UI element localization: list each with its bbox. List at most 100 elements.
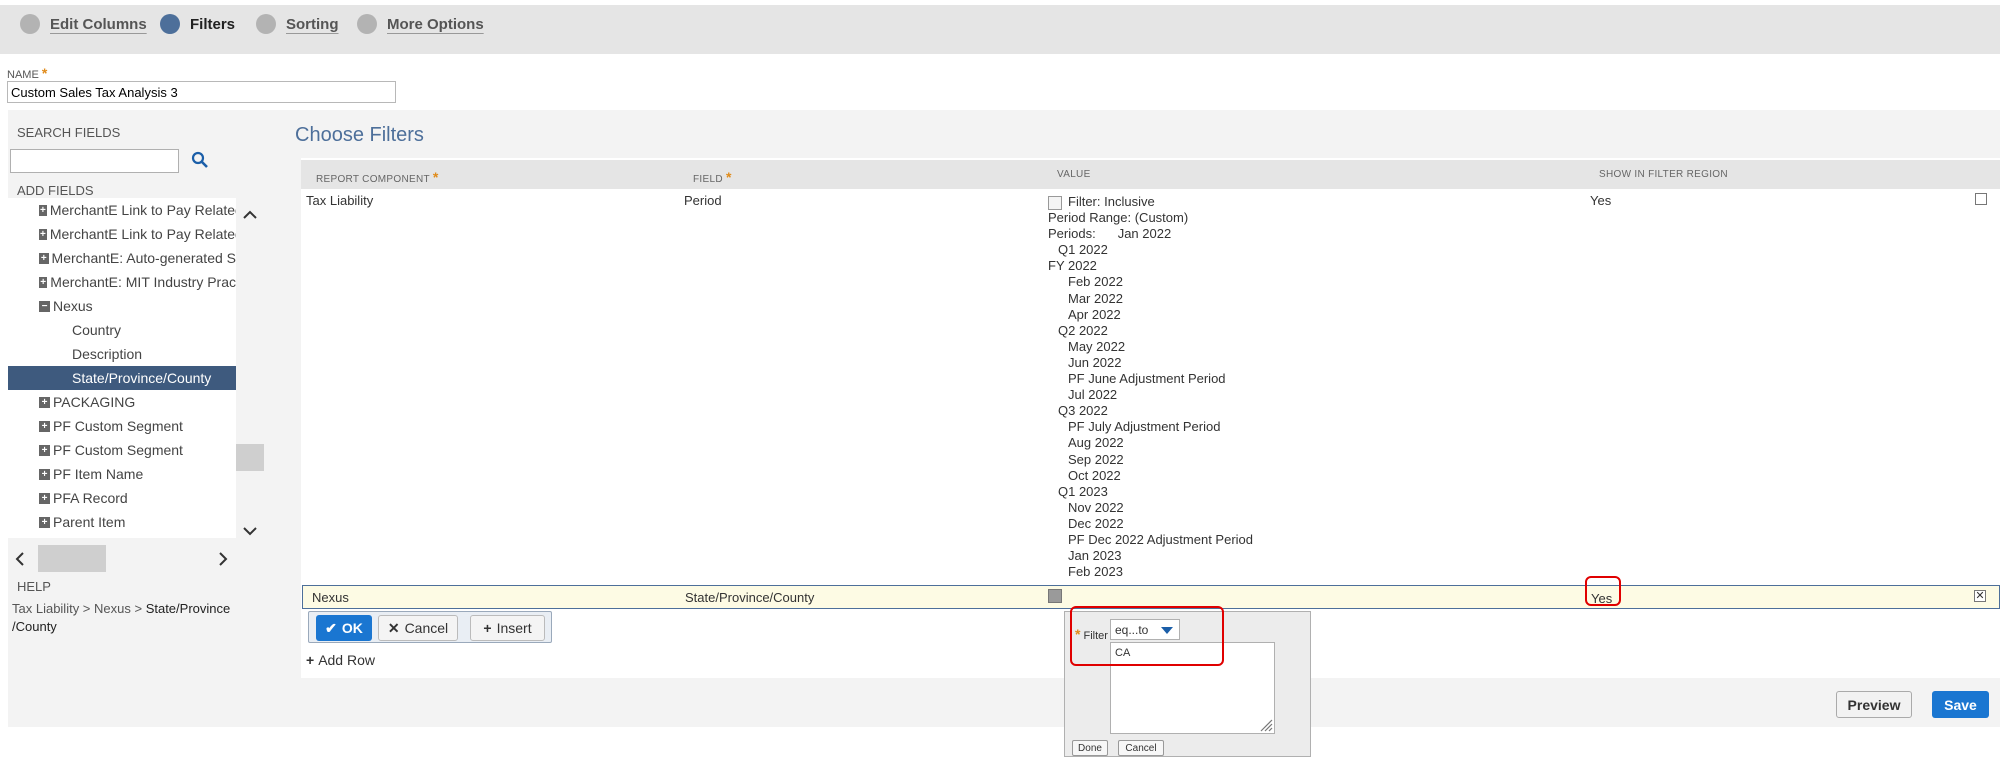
tree-item[interactable]: + PF Item Name bbox=[8, 462, 236, 486]
cancel-button[interactable]: ✕ Cancel bbox=[378, 615, 458, 641]
expand-icon[interactable]: + bbox=[39, 516, 50, 528]
period-item: Q2 2022 bbox=[1058, 322, 1108, 338]
tree-item-label: Description bbox=[72, 346, 143, 362]
search-icon[interactable] bbox=[190, 150, 210, 170]
popup-cancel-button[interactable]: Cancel bbox=[1118, 740, 1164, 756]
row1-field[interactable]: Period bbox=[684, 193, 722, 208]
tree-item[interactable]: State/Province/County bbox=[8, 366, 236, 390]
period-item: Jun 2022 bbox=[1068, 354, 1122, 370]
tree-item[interactable]: + PF Custom Segment bbox=[8, 414, 236, 438]
help-text: Tax Liability > Nexus > State/Province /… bbox=[12, 600, 252, 636]
row1-value[interactable]: Filter: Inclusive Period Range: (Custom)… bbox=[1048, 194, 1253, 580]
expand-icon[interactable]: + bbox=[39, 468, 50, 480]
scroll-up-icon[interactable] bbox=[243, 210, 257, 220]
resize-handle-icon[interactable] bbox=[1259, 718, 1273, 732]
tree-vertical-scrollbar[interactable] bbox=[236, 198, 264, 538]
period-item: Apr 2022 bbox=[1068, 306, 1121, 322]
expand-icon[interactable]: + bbox=[39, 492, 50, 504]
header-value: VALUE bbox=[1057, 169, 1091, 180]
add-row-button[interactable]: + Add Row bbox=[306, 652, 375, 668]
scroll-down-icon[interactable] bbox=[243, 526, 257, 536]
help-path: Tax Liability > Nexus > bbox=[12, 601, 146, 616]
insert-button[interactable]: + Insert bbox=[470, 615, 545, 641]
step-indicator-icon bbox=[160, 14, 180, 34]
scroll-left-icon[interactable] bbox=[15, 552, 25, 566]
scroll-thumb[interactable] bbox=[38, 545, 106, 572]
filter-icon bbox=[1048, 195, 1062, 210]
tree-item-label: PFA Record bbox=[53, 490, 128, 506]
periods-line: Periods: Jan 2022 bbox=[1048, 226, 1253, 242]
tree-item[interactable]: + MerchantE: Auto-generated S bbox=[8, 246, 236, 270]
search-fields-input[interactable] bbox=[10, 149, 179, 173]
scroll-right-icon[interactable] bbox=[218, 552, 228, 566]
period-item: Q1 2022 bbox=[1058, 242, 1108, 258]
period-item: Jan 2022 bbox=[1117, 226, 1172, 242]
header-field: FIELD * bbox=[693, 169, 732, 185]
step-edit-columns[interactable]: Edit Columns bbox=[20, 12, 147, 36]
tree-item[interactable]: + MerchantE Link to Pay Related bbox=[8, 222, 236, 246]
row1-show-value[interactable]: Yes bbox=[1590, 193, 1611, 208]
filter-mode-line: Filter: Inclusive bbox=[1048, 194, 1253, 210]
tree-item[interactable]: + PACKAGING bbox=[8, 390, 236, 414]
step-label: Filters bbox=[190, 15, 236, 33]
period-item: Nov 2022 bbox=[1068, 499, 1124, 515]
tree-item[interactable]: + PF Custom Segment bbox=[8, 438, 236, 462]
tree-item[interactable]: + Parent Item bbox=[8, 510, 236, 534]
period-item: Dec 2022 bbox=[1068, 515, 1124, 531]
filter-popup-icon[interactable] bbox=[1048, 589, 1062, 603]
expand-icon[interactable]: + bbox=[39, 420, 50, 432]
period-item: FY 2022 bbox=[1048, 258, 1097, 274]
row2-field[interactable]: State/Province/County bbox=[685, 590, 814, 605]
tree-item-label: PF Item Name bbox=[53, 466, 144, 482]
expand-icon[interactable]: + bbox=[39, 228, 47, 240]
ok-button[interactable]: ✔ OK bbox=[316, 615, 372, 641]
step-sorting[interactable]: Sorting bbox=[256, 12, 339, 36]
insert-label: Insert bbox=[496, 620, 532, 636]
tree-item-label: MerchantE Link to Pay Related bbox=[49, 226, 236, 242]
step-indicator-icon bbox=[20, 14, 40, 34]
expand-icon[interactable]: + bbox=[39, 204, 47, 216]
search-fields-label: SEARCH FIELDS bbox=[17, 125, 121, 140]
step-label: More Options bbox=[387, 15, 484, 33]
expand-icon[interactable]: + bbox=[39, 252, 49, 264]
tree-item-label: PF Custom Segment bbox=[53, 442, 183, 458]
header-show-in-filter-region: SHOW IN FILTER REGION bbox=[1599, 169, 1728, 180]
step-more-options[interactable]: More Options bbox=[357, 12, 484, 36]
name-input[interactable] bbox=[7, 81, 396, 103]
tree-item[interactable]: + MerchantE: MIT Industry Prac bbox=[8, 270, 236, 294]
filter-mode-text: Filter: Inclusive bbox=[1068, 194, 1155, 209]
step-indicator-icon bbox=[357, 14, 377, 34]
tree-item[interactable]: + PFA Record bbox=[8, 486, 236, 510]
help-label: HELP bbox=[17, 579, 51, 594]
tree-item[interactable]: Country bbox=[8, 318, 236, 342]
row1-component[interactable]: Tax Liability bbox=[306, 193, 373, 208]
period-item: Jan 2023 bbox=[1068, 548, 1122, 564]
row2-remove-checkbox[interactable]: ✕ bbox=[1974, 590, 1986, 602]
tree-item-label: Nexus bbox=[53, 298, 93, 314]
scroll-thumb[interactable] bbox=[236, 444, 264, 471]
period-item: Jul 2022 bbox=[1068, 387, 1118, 403]
popup-done-button[interactable]: Done bbox=[1072, 740, 1108, 756]
grid-header bbox=[301, 160, 2000, 189]
period-item: Q1 2023 bbox=[1058, 483, 1108, 499]
row1-checkbox[interactable] bbox=[1975, 193, 1987, 205]
expand-icon[interactable]: + bbox=[39, 444, 50, 456]
period-item: Feb 2022 bbox=[1068, 274, 1123, 290]
expand-icon[interactable]: + bbox=[39, 276, 48, 288]
tree-item-label: Parent Item bbox=[53, 514, 126, 530]
collapse-icon[interactable]: − bbox=[39, 300, 50, 312]
save-button[interactable]: Save bbox=[1932, 691, 1989, 718]
name-label: NAME * bbox=[7, 65, 47, 81]
step-indicator-icon bbox=[256, 14, 276, 34]
period-item: PF June Adjustment Period bbox=[1068, 371, 1226, 387]
ok-label: OK bbox=[341, 620, 363, 636]
close-icon: ✕ bbox=[387, 619, 400, 636]
step-filters[interactable]: Filters bbox=[160, 12, 235, 36]
preview-button[interactable]: Preview bbox=[1836, 691, 1912, 718]
row2-component[interactable]: Nexus bbox=[312, 590, 349, 605]
tree-item[interactable]: + MerchantE Link to Pay Related bbox=[8, 198, 236, 222]
expand-icon[interactable]: + bbox=[39, 396, 50, 408]
add-fields-label: ADD FIELDS bbox=[17, 183, 94, 198]
tree-item[interactable]: − Nexus bbox=[8, 294, 236, 318]
tree-item[interactable]: Description bbox=[8, 342, 236, 366]
